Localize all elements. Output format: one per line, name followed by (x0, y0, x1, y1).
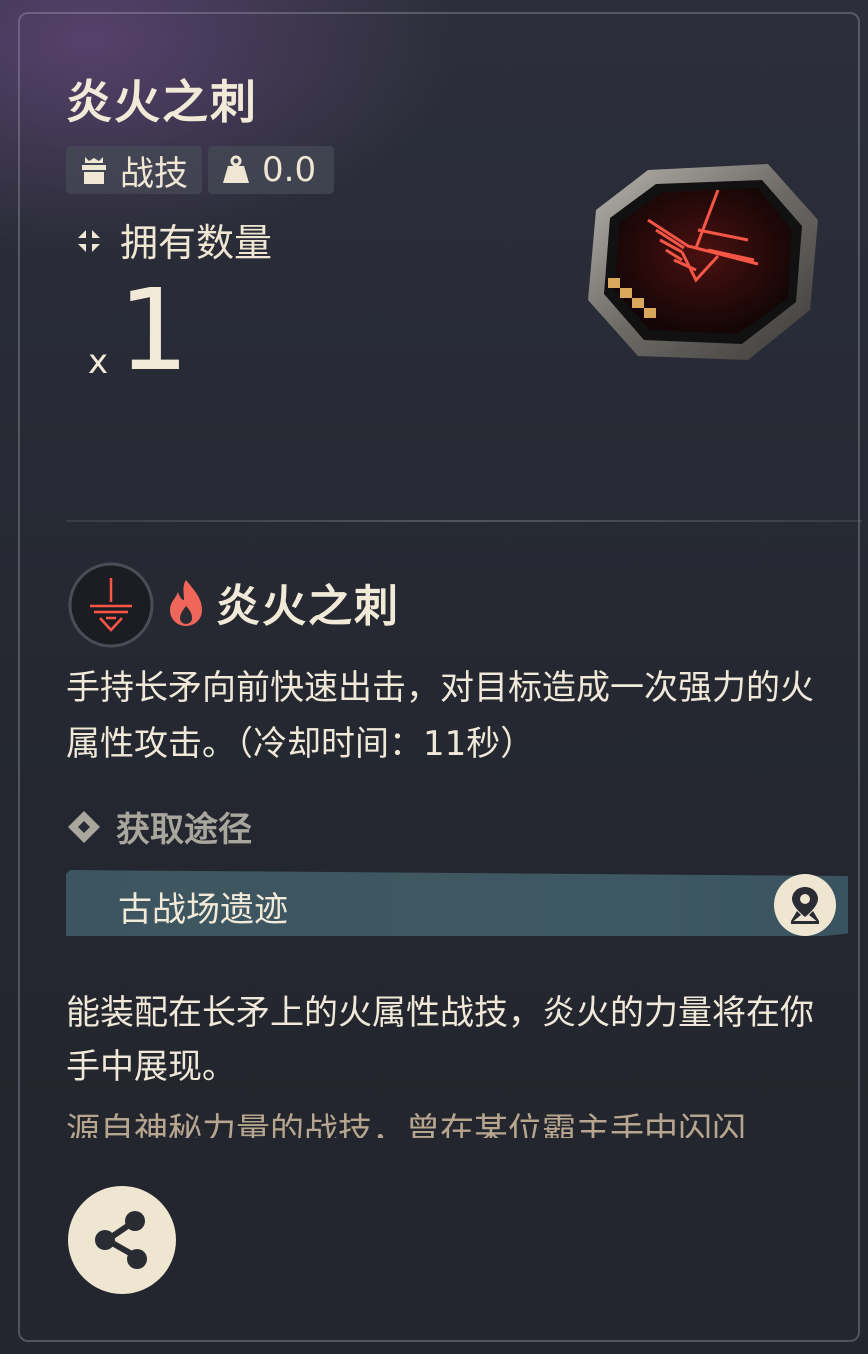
type-tag: 战技 (66, 146, 202, 194)
weight-value: 0.0 (262, 150, 317, 190)
diamond-icon (64, 807, 104, 847)
source-location-label: 古战场遗迹 (118, 890, 288, 930)
share-button[interactable] (68, 1186, 176, 1294)
share-icon (95, 1211, 147, 1269)
weight-icon (216, 150, 256, 190)
count-prefix: x (88, 342, 109, 382)
skill-chip-image (578, 160, 828, 370)
weight-tag: 0.0 (208, 146, 334, 194)
gift-box-icon (74, 150, 114, 190)
item-detail-card: 炎火之刺 战技 0.0 拥有数量 x 1 炎火之刺 手持长矛向前快速出击，对目标… (0, 0, 868, 1354)
section-divider (66, 520, 862, 522)
owned-label: 拥有数量 (120, 221, 273, 265)
flavor-text: 能装配在长矛上的火属性战技，炎火的力量将在你手中展现。 (66, 993, 814, 1087)
type-tag-label: 战技 (120, 153, 188, 194)
owned-count: 1 (118, 266, 190, 396)
flavor-text-more: 源自神秘力量的战技，曾在某位霸主手中闪闪 (66, 1111, 746, 1138)
source-heading-label: 获取途径 (116, 810, 252, 850)
fire-icon (166, 578, 206, 628)
map-marker-button[interactable] (774, 874, 836, 936)
skill-icon (68, 562, 154, 648)
skill-name: 炎火之刺 (216, 581, 400, 632)
owned-count-label: 拥有数量 (72, 212, 272, 267)
source-heading: 获取途径 (64, 802, 252, 851)
flavor-text-more-clip[interactable]: 源自神秘力量的战技，曾在某位霸主手中闪闪 (66, 1108, 836, 1138)
skill-description: 手持长矛向前快速出击，对目标造成一次强力的火属性攻击。（冷却时间：11秒） (66, 668, 814, 764)
crosshair-icon (72, 223, 106, 257)
item-title: 炎火之刺 (66, 75, 258, 129)
map-pin-icon (791, 887, 819, 924)
